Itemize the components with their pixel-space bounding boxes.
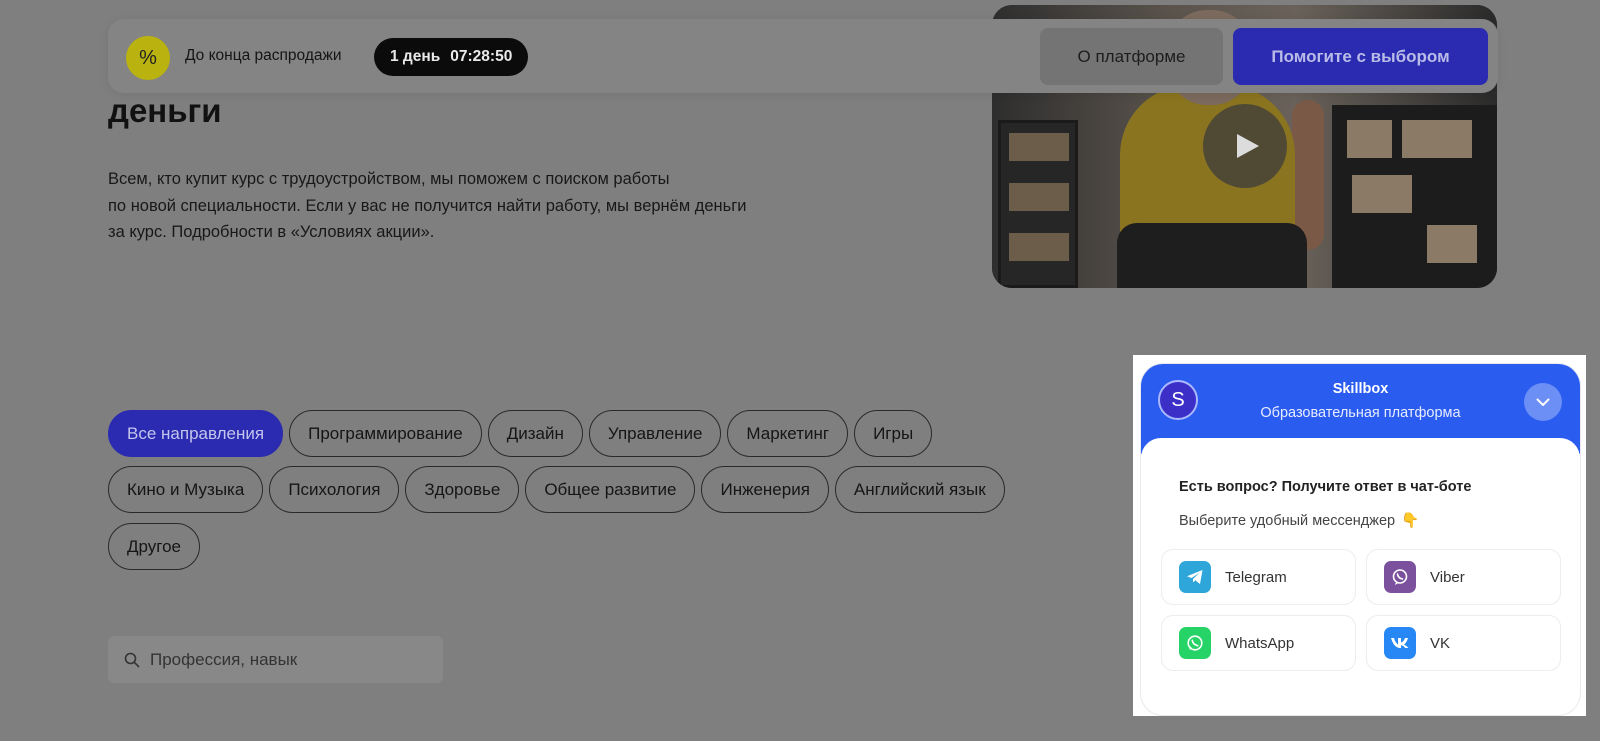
chat-body: Есть вопрос? Получите ответ в чат-боте В… [1141, 438, 1580, 715]
chip-programming[interactable]: Программирование [289, 410, 482, 457]
chip-other[interactable]: Другое [108, 523, 201, 570]
messenger-telegram-button[interactable]: Telegram [1161, 549, 1356, 605]
chip-health[interactable]: Здоровье [405, 466, 520, 513]
chip-marketing[interactable]: Маркетинг [727, 410, 849, 457]
messenger-whatsapp-button[interactable]: WhatsApp [1161, 615, 1356, 671]
messenger-label: Telegram [1225, 568, 1287, 586]
chip-design[interactable]: Дизайн [487, 410, 583, 457]
telegram-icon [1179, 561, 1211, 593]
chip-management[interactable]: Управление [588, 410, 722, 457]
chip-psychology[interactable]: Психология [269, 466, 400, 513]
video-left-shelf [998, 120, 1078, 288]
messenger-label: WhatsApp [1225, 634, 1295, 652]
whatsapp-icon [1179, 627, 1211, 659]
chip-general-development[interactable]: Общее развитие [525, 466, 696, 513]
hero-description: Всем, кто купит курс с трудоустройством,… [108, 166, 878, 246]
chat-hint-text: Выберите удобный мессенджер [1179, 512, 1396, 529]
chevron-down-icon [1536, 398, 1550, 406]
category-chips-row-1: Все направления Программирование Дизайн … [108, 410, 933, 457]
viber-icon [1384, 561, 1416, 593]
hero-description-line: Всем, кто купит курс с трудоустройством,… [108, 170, 670, 188]
messenger-list: Telegram Viber WhatsApp VK [1161, 549, 1561, 671]
video-person-legs [1117, 223, 1307, 288]
chat-widget: S Skillbox Образовательная платформа Ест… [1141, 364, 1580, 715]
chat-collapse-button[interactable] [1524, 383, 1562, 421]
hero-description-line: по новой специальности. Если у вас не по… [108, 196, 747, 215]
chip-all-directions[interactable]: Все направления [108, 410, 284, 457]
hero-headline: деньги [108, 92, 222, 129]
pointing-down-icon: 👇 [1401, 513, 1420, 529]
chip-games[interactable]: Игры [854, 410, 933, 457]
category-chips-row-3: Другое [108, 523, 201, 570]
messenger-label: VK [1430, 634, 1451, 652]
category-chips-row-2: Кино и Музыка Психология Здоровье Общее … [108, 466, 1005, 513]
chat-subtitle: Образовательная платформа [1260, 405, 1461, 421]
play-button[interactable] [1203, 104, 1287, 188]
search-icon [124, 652, 140, 667]
video-bookshelf [1332, 105, 1497, 288]
chat-title: Skillbox [1332, 381, 1389, 397]
timer-time: 07:28:50 [450, 48, 513, 65]
chip-engineering[interactable]: Инженерия [701, 466, 829, 513]
messenger-vk-button[interactable]: VK [1366, 615, 1561, 671]
help-choose-button[interactable]: Помогите с выбором [1233, 28, 1488, 85]
percent-badge-icon: % [126, 36, 170, 80]
chip-cinema-music[interactable]: Кино и Музыка [108, 466, 264, 513]
hero-description-line: за курс. Подробности в «Условиях акции». [108, 223, 435, 241]
messenger-viber-button[interactable]: Viber [1366, 549, 1561, 605]
sale-countdown-label: До конца распродажи [185, 47, 342, 64]
vk-icon [1384, 627, 1416, 659]
sale-timer: 1 день 07:28:50 [374, 38, 529, 76]
chip-english[interactable]: Английский язык [834, 466, 1005, 513]
play-icon [1236, 134, 1259, 158]
chat-question: Есть вопрос? Получите ответ в чат-боте [1179, 479, 1472, 495]
chat-hint: Выберите удобный мессенджер 👇 [1179, 512, 1420, 530]
timer-days: 1 день [390, 48, 441, 65]
search-placeholder: Профессия, навык [150, 649, 298, 669]
search-input[interactable]: Профессия, навык [108, 636, 443, 683]
messenger-label: Viber [1430, 568, 1465, 586]
about-platform-button[interactable]: О платформе [1040, 28, 1223, 85]
